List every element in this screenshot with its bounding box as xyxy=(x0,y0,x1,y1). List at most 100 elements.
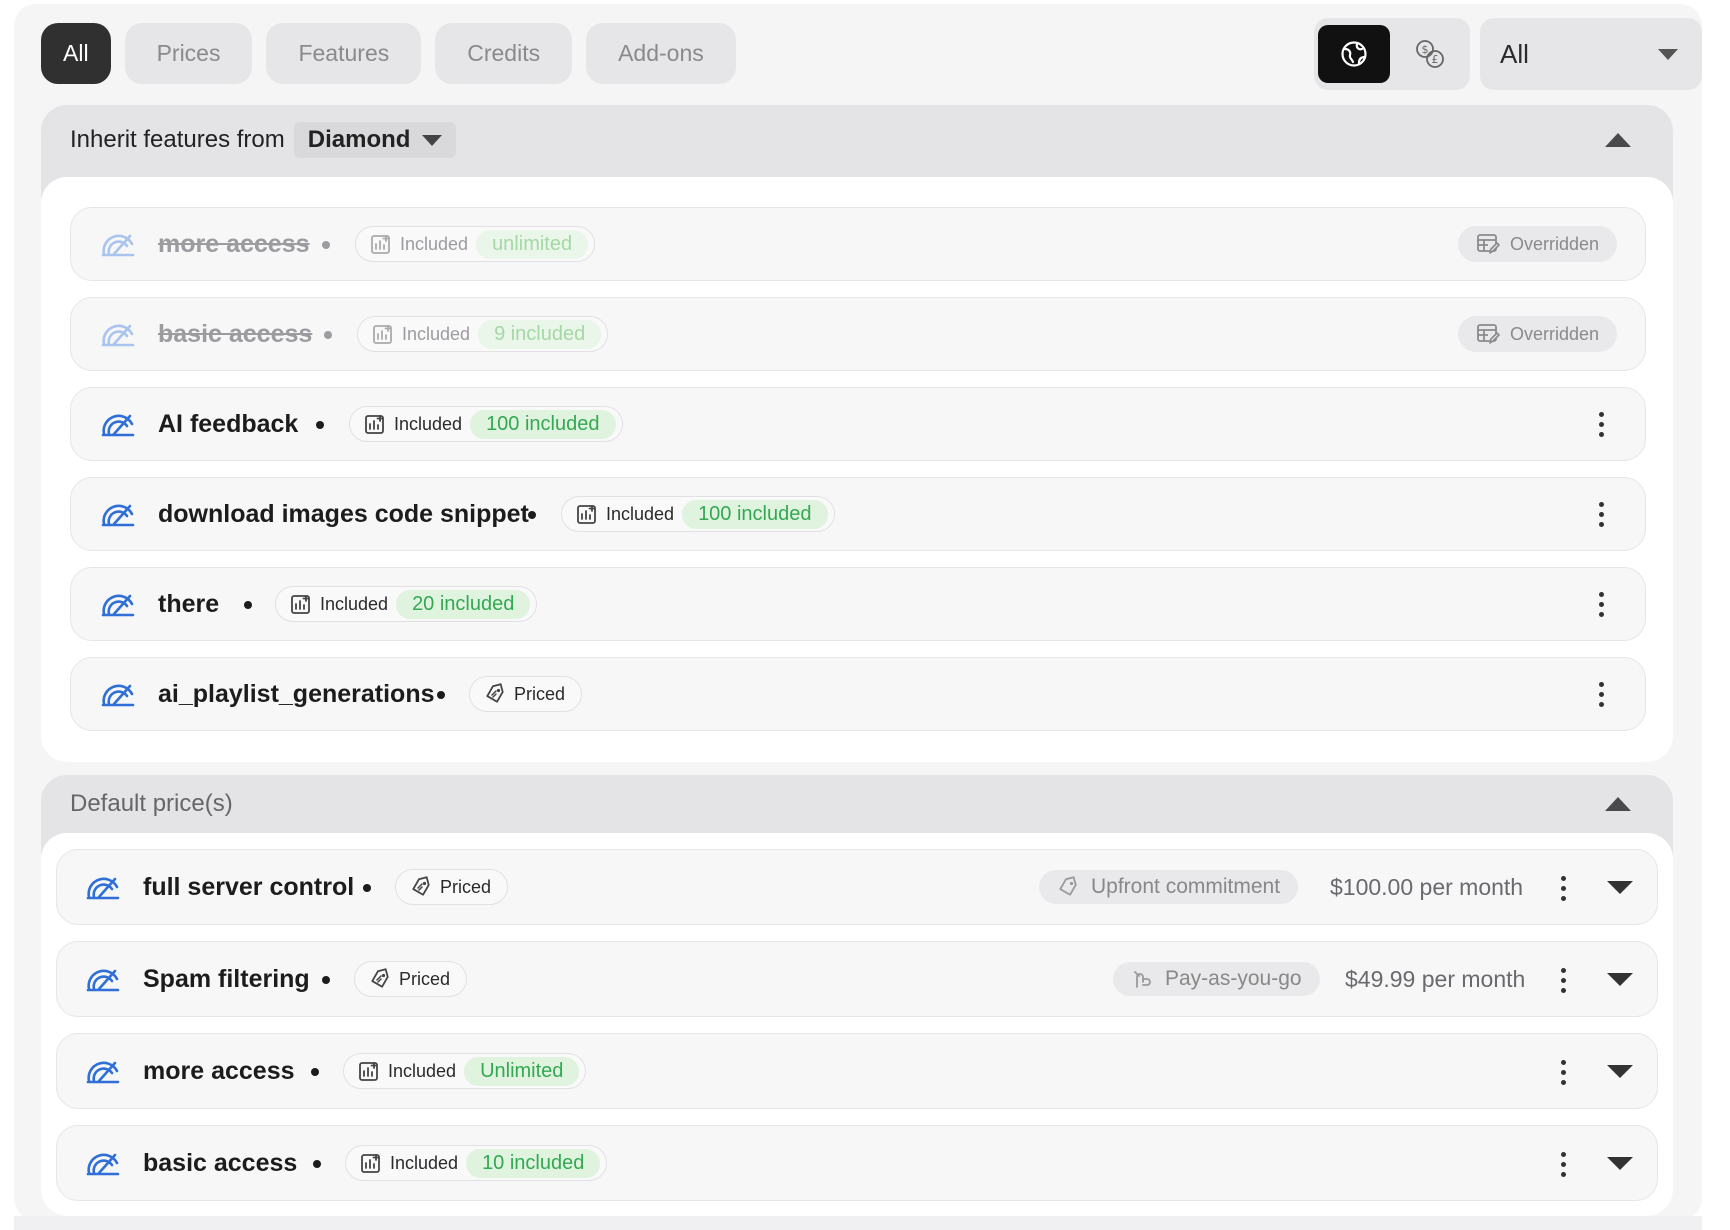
svg-text:£: £ xyxy=(1432,53,1439,66)
usage-chart-icon xyxy=(372,323,394,345)
usage-chart-icon xyxy=(576,503,598,525)
globe-mode-button[interactable] xyxy=(1318,25,1390,83)
more-options-button[interactable] xyxy=(1553,870,1573,906)
more-options-button[interactable] xyxy=(1591,496,1611,532)
expand-row-button[interactable] xyxy=(1607,881,1633,894)
price-tag-icon xyxy=(484,683,506,705)
overridden-badge: Overridden xyxy=(1457,226,1617,262)
pay-as-you-go-badge: Pay-as-you-go xyxy=(1113,962,1320,996)
tab-prices[interactable]: Prices xyxy=(124,23,253,84)
included-pill: Included 10 included xyxy=(345,1145,608,1181)
price-row[interactable]: Spam filtering Priced Pay-as-you-go $49.… xyxy=(56,941,1658,1017)
overridden-badge: Overridden xyxy=(1457,316,1617,352)
gauge-icon xyxy=(85,1057,121,1085)
chevron-down-icon xyxy=(1607,1157,1633,1170)
price-row[interactable]: more access Included Unlimited xyxy=(56,1033,1658,1109)
more-options-button[interactable] xyxy=(1553,1054,1573,1090)
priced-pill: Priced xyxy=(395,869,509,905)
included-amount: 10 included xyxy=(466,1148,601,1178)
chevron-up-icon xyxy=(1605,797,1631,811)
status-label: Included xyxy=(320,593,389,614)
default-prices-header: Default price(s) xyxy=(41,775,1673,833)
feature-name: AI feedback xyxy=(158,410,299,438)
bottom-strip xyxy=(14,1216,1702,1230)
status-label: Priced xyxy=(399,968,451,989)
separator-dot xyxy=(316,421,324,429)
priced-pill: Priced xyxy=(469,676,583,712)
status-label: Included xyxy=(606,503,675,524)
feature-row[interactable]: basic access Included 9 included Overrid… xyxy=(70,297,1646,371)
gauge-icon xyxy=(100,320,136,348)
expand-row-button[interactable] xyxy=(1607,1065,1633,1078)
status-label: Priced xyxy=(440,876,492,897)
separator-dot xyxy=(244,601,252,609)
more-options-button[interactable] xyxy=(1591,676,1611,712)
usage-chart-icon xyxy=(358,1060,380,1082)
included-pill: Included Unlimited xyxy=(343,1053,587,1089)
filter-select-value: All xyxy=(1500,38,1529,69)
price-row[interactable]: basic access Included 10 included xyxy=(56,1125,1658,1201)
included-amount: Unlimited xyxy=(464,1056,580,1086)
inherit-label: Inherit features from xyxy=(70,126,285,153)
feature-row[interactable]: ai_playlist_generations Priced xyxy=(70,657,1646,731)
status-label: Priced xyxy=(514,683,566,704)
multi-currency-icon: $ £ xyxy=(1416,40,1444,68)
more-options-button[interactable] xyxy=(1591,586,1611,622)
price-row[interactable]: full server control Priced Upfront commi… xyxy=(56,849,1658,925)
tab-features[interactable]: Features xyxy=(266,23,422,84)
tab-credits[interactable]: Credits xyxy=(435,23,573,84)
separator-dot xyxy=(313,1160,321,1168)
chevron-down-icon xyxy=(1658,48,1678,60)
included-amount: 9 included xyxy=(478,319,602,349)
inherit-plan-select[interactable]: Diamond xyxy=(293,122,457,158)
filter-select[interactable]: All xyxy=(1480,18,1702,90)
gauge-icon xyxy=(85,873,121,901)
tab-all[interactable]: All xyxy=(41,23,111,84)
gauge-icon xyxy=(85,1149,121,1177)
feature-row[interactable]: download images code snippet Included 10… xyxy=(70,477,1646,551)
commitment-label: Upfront commitment xyxy=(1091,875,1281,898)
feature-name: there xyxy=(158,590,220,618)
pay-as-you-go-icon xyxy=(1131,968,1153,990)
expand-row-button[interactable] xyxy=(1607,973,1633,986)
included-amount: 100 included xyxy=(470,409,616,439)
more-options-button[interactable] xyxy=(1553,1146,1573,1182)
more-options-button[interactable] xyxy=(1553,962,1573,998)
feature-row[interactable]: more access Included unlimited Overridde… xyxy=(70,207,1646,281)
collapse-inherit-button[interactable] xyxy=(1599,127,1637,153)
upfront-tag-icon xyxy=(1057,876,1079,898)
tab-add-ons[interactable]: Add-ons xyxy=(586,23,736,84)
gauge-icon xyxy=(100,590,136,618)
separator-dot xyxy=(322,976,330,984)
inherit-features-list: more access Included unlimited Overridde… xyxy=(41,177,1673,762)
usage-chart-icon xyxy=(290,593,312,615)
included-amount: 100 included xyxy=(682,499,828,529)
separator-dot xyxy=(322,241,330,249)
multi-currency-mode-button[interactable]: $ £ xyxy=(1394,25,1466,83)
separator-dot xyxy=(311,1068,319,1076)
inherit-features-section: Inherit features from Diamond more acces… xyxy=(41,105,1673,762)
gauge-icon xyxy=(100,680,136,708)
globe-icon xyxy=(1341,41,1367,67)
feature-row[interactable]: there Included 20 included xyxy=(70,567,1646,641)
feature-row[interactable]: AI feedback Included 100 included xyxy=(70,387,1646,461)
priced-pill: Priced xyxy=(354,961,468,997)
separator-dot xyxy=(528,511,536,519)
price-amount: $49.99 per month xyxy=(1345,966,1526,992)
inherit-features-header: Inherit features from Diamond xyxy=(41,105,1673,175)
collapse-default-prices-button[interactable] xyxy=(1599,791,1637,817)
included-pill: Included 100 included xyxy=(561,496,835,532)
status-label: Included xyxy=(390,1152,459,1173)
feature-name: basic access xyxy=(158,320,313,348)
status-label: Included xyxy=(400,233,469,254)
expand-row-button[interactable] xyxy=(1607,1157,1633,1170)
feature-name: more access xyxy=(158,230,310,258)
chevron-down-icon xyxy=(1607,881,1633,894)
inherit-plan-value: Diamond xyxy=(307,126,411,153)
status-label: Included xyxy=(388,1060,457,1081)
filter-tabs: All Prices Features Credits Add-ons xyxy=(41,23,736,84)
feature-name: download images code snippet xyxy=(158,500,529,528)
table-edit-icon xyxy=(1476,322,1500,346)
price-amount: $100.00 per month xyxy=(1330,874,1524,900)
more-options-button[interactable] xyxy=(1591,406,1611,442)
